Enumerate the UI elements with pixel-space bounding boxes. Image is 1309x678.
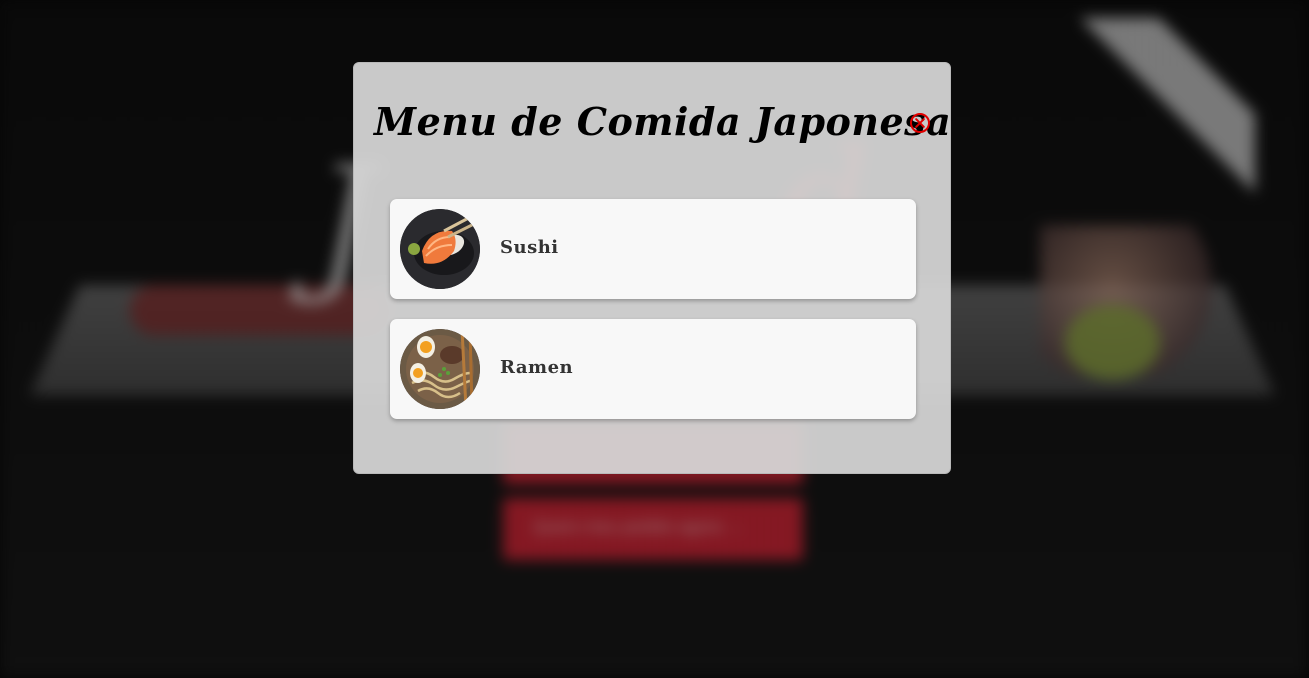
menu-list: Sushi Ramen (390, 199, 916, 439)
menu-item-sushi[interactable]: Sushi (390, 199, 916, 299)
close-circle-icon (910, 113, 930, 133)
background-order-button: Quero meu pedido agora → (503, 498, 803, 560)
menu-modal: Menu de Comida Japonesa Sushi Ramen (353, 62, 951, 474)
background-order-button-label: Quero meu pedido agora → (533, 517, 744, 536)
sushi-image (400, 209, 480, 289)
close-button[interactable] (909, 112, 931, 134)
menu-item-ramen-label: Ramen (500, 357, 574, 378)
background-wasabi-image (1065, 305, 1160, 380)
ramen-image (400, 329, 480, 409)
page: J d Quero meu pedido agora → Menu de Com… (0, 0, 1309, 678)
menu-item-ramen[interactable]: Ramen (390, 319, 916, 419)
modal-title: Menu de Comida Japonesa (374, 99, 952, 144)
menu-item-sushi-label: Sushi (500, 237, 559, 258)
